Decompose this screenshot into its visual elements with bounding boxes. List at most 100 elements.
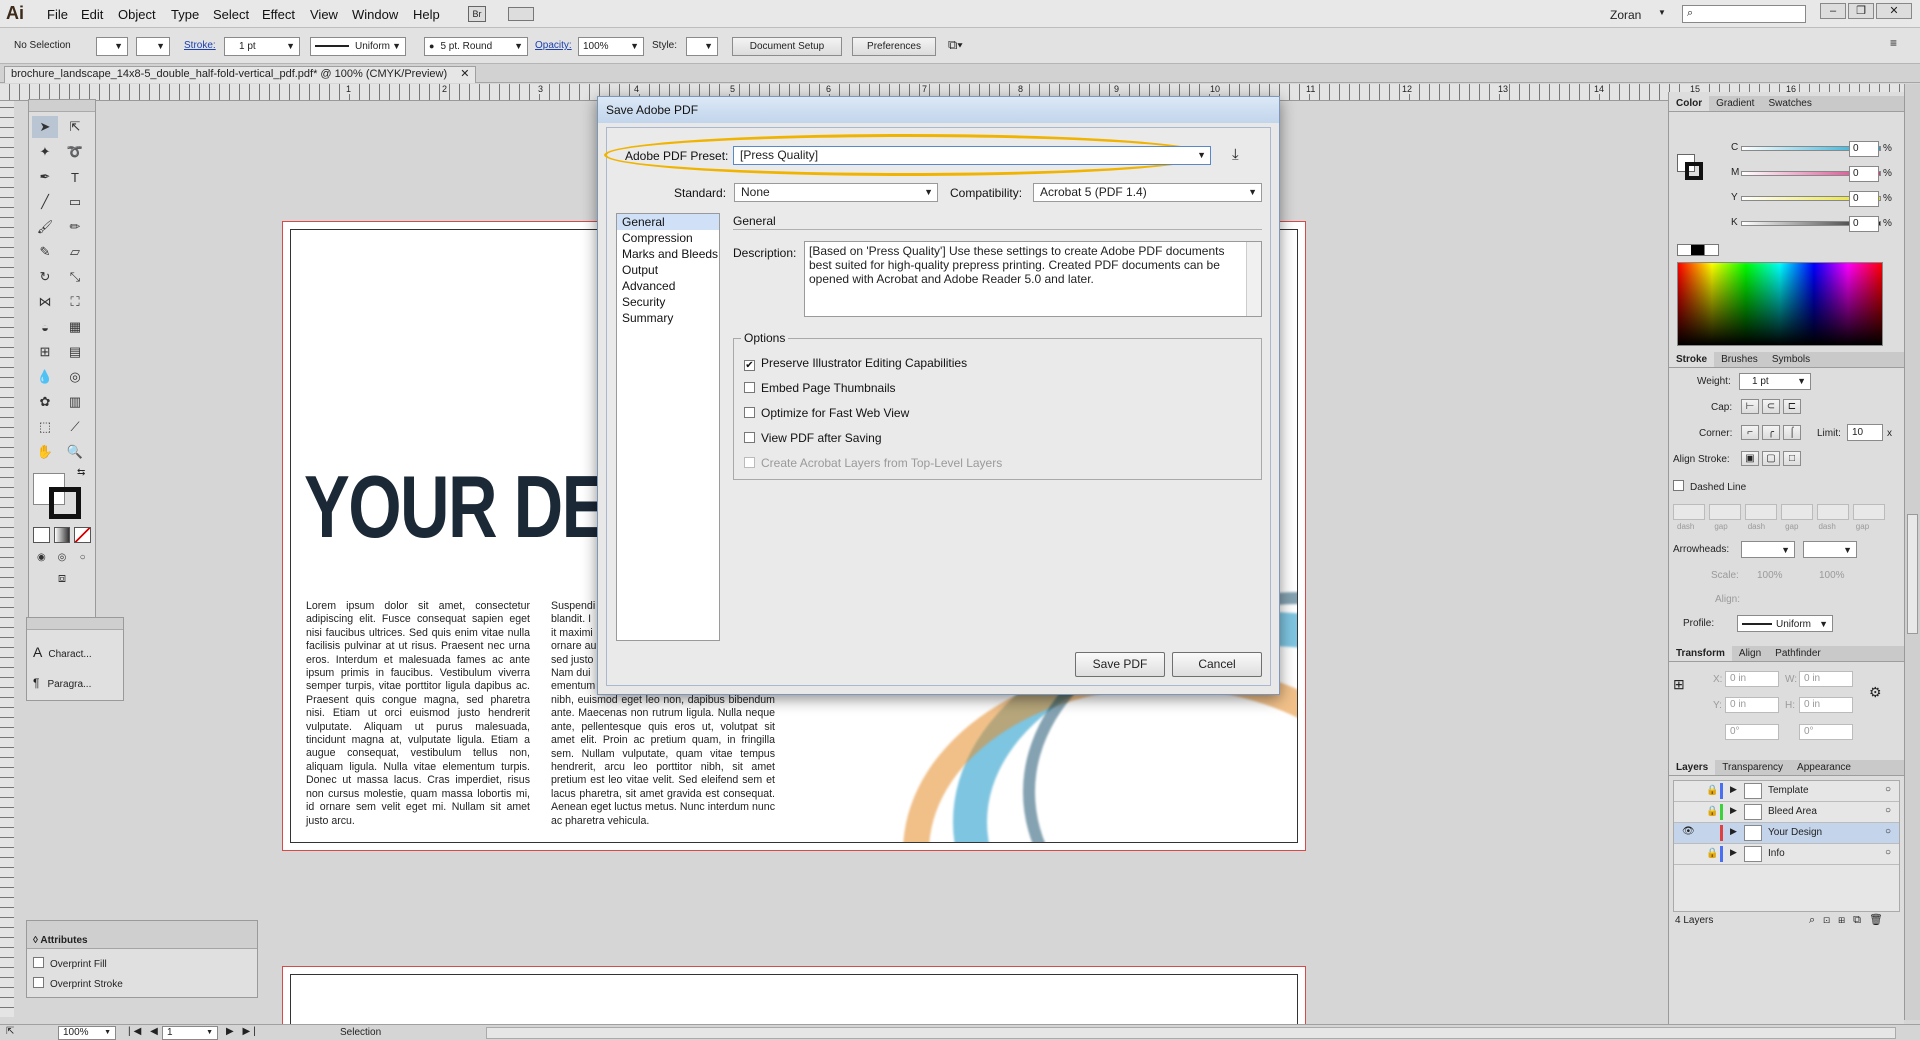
draw-inside-icon[interactable]: ○: [74, 549, 91, 565]
layer-row[interactable]: 🔒 ▶ Bleed Area ○: [1674, 802, 1899, 823]
close-window-button[interactable]: ✕: [1876, 3, 1912, 19]
target-circle-icon[interactable]: ○: [1885, 847, 1891, 858]
help-search-input[interactable]: ⌕: [1682, 5, 1806, 23]
maximize-button[interactable]: ❐: [1848, 3, 1874, 19]
profile-select[interactable]: Uniform ▼: [1737, 615, 1833, 632]
next-artboard-buttons[interactable]: ▶ ▶|: [226, 1026, 259, 1037]
symbol-sprayer-tool-icon[interactable]: ✿: [32, 391, 58, 413]
rectangle-tool-icon[interactable]: ▭: [62, 191, 88, 213]
arrange-documents-button[interactable]: [508, 7, 534, 21]
menu-view[interactable]: View: [310, 7, 338, 22]
butt-cap-icon[interactable]: ⊢: [1741, 399, 1759, 414]
minimize-button[interactable]: –: [1820, 3, 1846, 19]
save-pdf-button[interactable]: Save PDF: [1075, 652, 1165, 677]
channel-m-value[interactable]: 0: [1849, 166, 1879, 182]
close-tab-icon[interactable]: ✕: [460, 68, 469, 80]
stroke-swatch[interactable]: ▼: [136, 37, 170, 56]
paintbrush-tool-icon[interactable]: 🖌: [32, 216, 58, 238]
hand-tool-icon[interactable]: ✋: [32, 441, 58, 463]
mesh-tool-icon[interactable]: ⊞: [32, 341, 58, 363]
constrain-proportions-icon[interactable]: ⚙: [1869, 684, 1882, 701]
layer-name[interactable]: Info: [1768, 848, 1785, 859]
stroke-link[interactable]: Stroke:: [184, 40, 216, 51]
channel-c-value[interactable]: 0: [1849, 141, 1879, 157]
target-circle-icon[interactable]: ○: [1885, 826, 1891, 837]
weight-field[interactable]: 1 pt ▼: [1739, 373, 1811, 390]
tab-swatches[interactable]: Swatches: [1761, 96, 1818, 111]
tab-transparency[interactable]: Transparency: [1715, 760, 1790, 775]
type-tool-icon[interactable]: T: [62, 166, 88, 188]
nav-item-output[interactable]: Output: [617, 262, 719, 278]
tab-color[interactable]: Color: [1669, 96, 1710, 111]
tab-align[interactable]: Align: [1732, 646, 1768, 661]
lock-icon[interactable]: 🔒: [1706, 806, 1718, 817]
expand-triangle-icon[interactable]: ▶: [1730, 847, 1737, 858]
option-fast-web-view[interactable]: Optimize for Fast Web View: [744, 406, 909, 420]
character-panel-button[interactable]: A Charact...: [33, 638, 117, 669]
rotate-field[interactable]: 0°: [1725, 724, 1779, 740]
gradient-tool-icon[interactable]: ▤: [62, 341, 88, 363]
stroke-weight-field[interactable]: 1 pt ▼: [224, 37, 300, 56]
fill-swatch[interactable]: ▼: [96, 37, 128, 56]
expand-triangle-icon[interactable]: ▶: [1730, 805, 1737, 816]
slice-tool-icon[interactable]: ⟋: [62, 416, 88, 438]
expand-triangle-icon[interactable]: ▶: [1730, 826, 1737, 837]
tab-appearance[interactable]: Appearance: [1790, 760, 1858, 775]
overprint-stroke-checkbox[interactable]: Overprint Stroke: [33, 975, 251, 995]
attributes-tab[interactable]: ◊ Attributes: [27, 933, 257, 949]
none-mode-icon[interactable]: [74, 527, 92, 543]
eyedropper-tool-icon[interactable]: 💧: [32, 366, 58, 388]
magic-wand-tool-icon[interactable]: ✦: [32, 141, 58, 163]
round-join-icon[interactable]: ╭: [1762, 425, 1780, 440]
layer-action-icons[interactable]: ⌕⊡⊞⧉🗑: [1809, 913, 1891, 927]
menu-select[interactable]: Select: [213, 7, 249, 22]
blob-brush-tool-icon[interactable]: ✎: [32, 241, 58, 263]
line-tool-icon[interactable]: ╱: [32, 191, 58, 213]
pencil-tool-icon[interactable]: ✏: [62, 216, 88, 238]
menu-edit[interactable]: Edit: [81, 7, 103, 22]
pen-tool-icon[interactable]: ✒: [32, 166, 58, 188]
graphic-style-swatch[interactable]: ▼: [686, 37, 718, 56]
shape-builder-tool-icon[interactable]: ◒: [32, 316, 58, 338]
stroke-color-swatch[interactable]: [49, 487, 81, 519]
tab-pathfinder[interactable]: Pathfinder: [1768, 646, 1828, 661]
nav-item-compression[interactable]: Compression: [617, 230, 719, 246]
artboard-tool-icon[interactable]: ⬚: [32, 416, 58, 438]
lasso-tool-icon[interactable]: ➰: [62, 141, 88, 163]
align-inside-icon[interactable]: ▢: [1762, 451, 1780, 466]
control-menu-icon[interactable]: ≡: [1890, 36, 1897, 50]
variable-width-profile[interactable]: Uniform ▼: [310, 37, 406, 56]
x-field[interactable]: 0 in: [1725, 671, 1779, 687]
arrange-icon[interactable]: ⧉▾: [948, 37, 963, 53]
expand-triangle-icon[interactable]: ▶: [1730, 784, 1737, 795]
tab-brushes[interactable]: Brushes: [1714, 352, 1765, 367]
round-cap-icon[interactable]: ⊂: [1762, 399, 1780, 414]
dialog-title[interactable]: Save Adobe PDF: [598, 97, 1279, 123]
tab-stroke[interactable]: Stroke: [1669, 352, 1715, 367]
artboard-2[interactable]: [282, 966, 1306, 1026]
end-arrowhead-select[interactable]: ▼: [1803, 541, 1857, 558]
rotate-tool-icon[interactable]: ↻: [32, 266, 58, 288]
width-tool-icon[interactable]: ⋈: [32, 291, 58, 313]
perspective-grid-tool-icon[interactable]: ▦: [62, 316, 88, 338]
artboard-nav-icon[interactable]: ⇱: [6, 1026, 14, 1037]
tab-gradient[interactable]: Gradient: [1709, 96, 1761, 111]
chevron-down-icon[interactable]: ▼: [1658, 8, 1666, 17]
lock-icon[interactable]: 🔒: [1706, 785, 1718, 796]
menu-object[interactable]: Object: [118, 7, 156, 22]
menu-window[interactable]: Window: [352, 7, 398, 22]
panel-grip[interactable]: [27, 921, 257, 933]
layer-row[interactable]: 🔒 ▶ Info ○: [1674, 844, 1899, 865]
user-name[interactable]: Zoran: [1610, 8, 1641, 22]
brush-definition[interactable]: ● 5 pt. Round ▼: [424, 37, 528, 56]
nav-item-summary[interactable]: Summary: [617, 310, 719, 326]
paragraph-panel-button[interactable]: ¶ Paragra...: [33, 669, 117, 699]
target-circle-icon[interactable]: ○: [1885, 805, 1891, 816]
scale-tool-icon[interactable]: ⤡: [62, 266, 88, 288]
nav-item-general[interactable]: General: [617, 214, 719, 230]
document-setup-button[interactable]: Document Setup: [732, 37, 842, 56]
option-embed-thumbnails[interactable]: Embed Page Thumbnails: [744, 381, 896, 395]
align-center-icon[interactable]: ▣: [1741, 451, 1759, 466]
gradient-mode-icon[interactable]: [53, 527, 71, 543]
draw-behind-icon[interactable]: ◎: [54, 549, 71, 565]
